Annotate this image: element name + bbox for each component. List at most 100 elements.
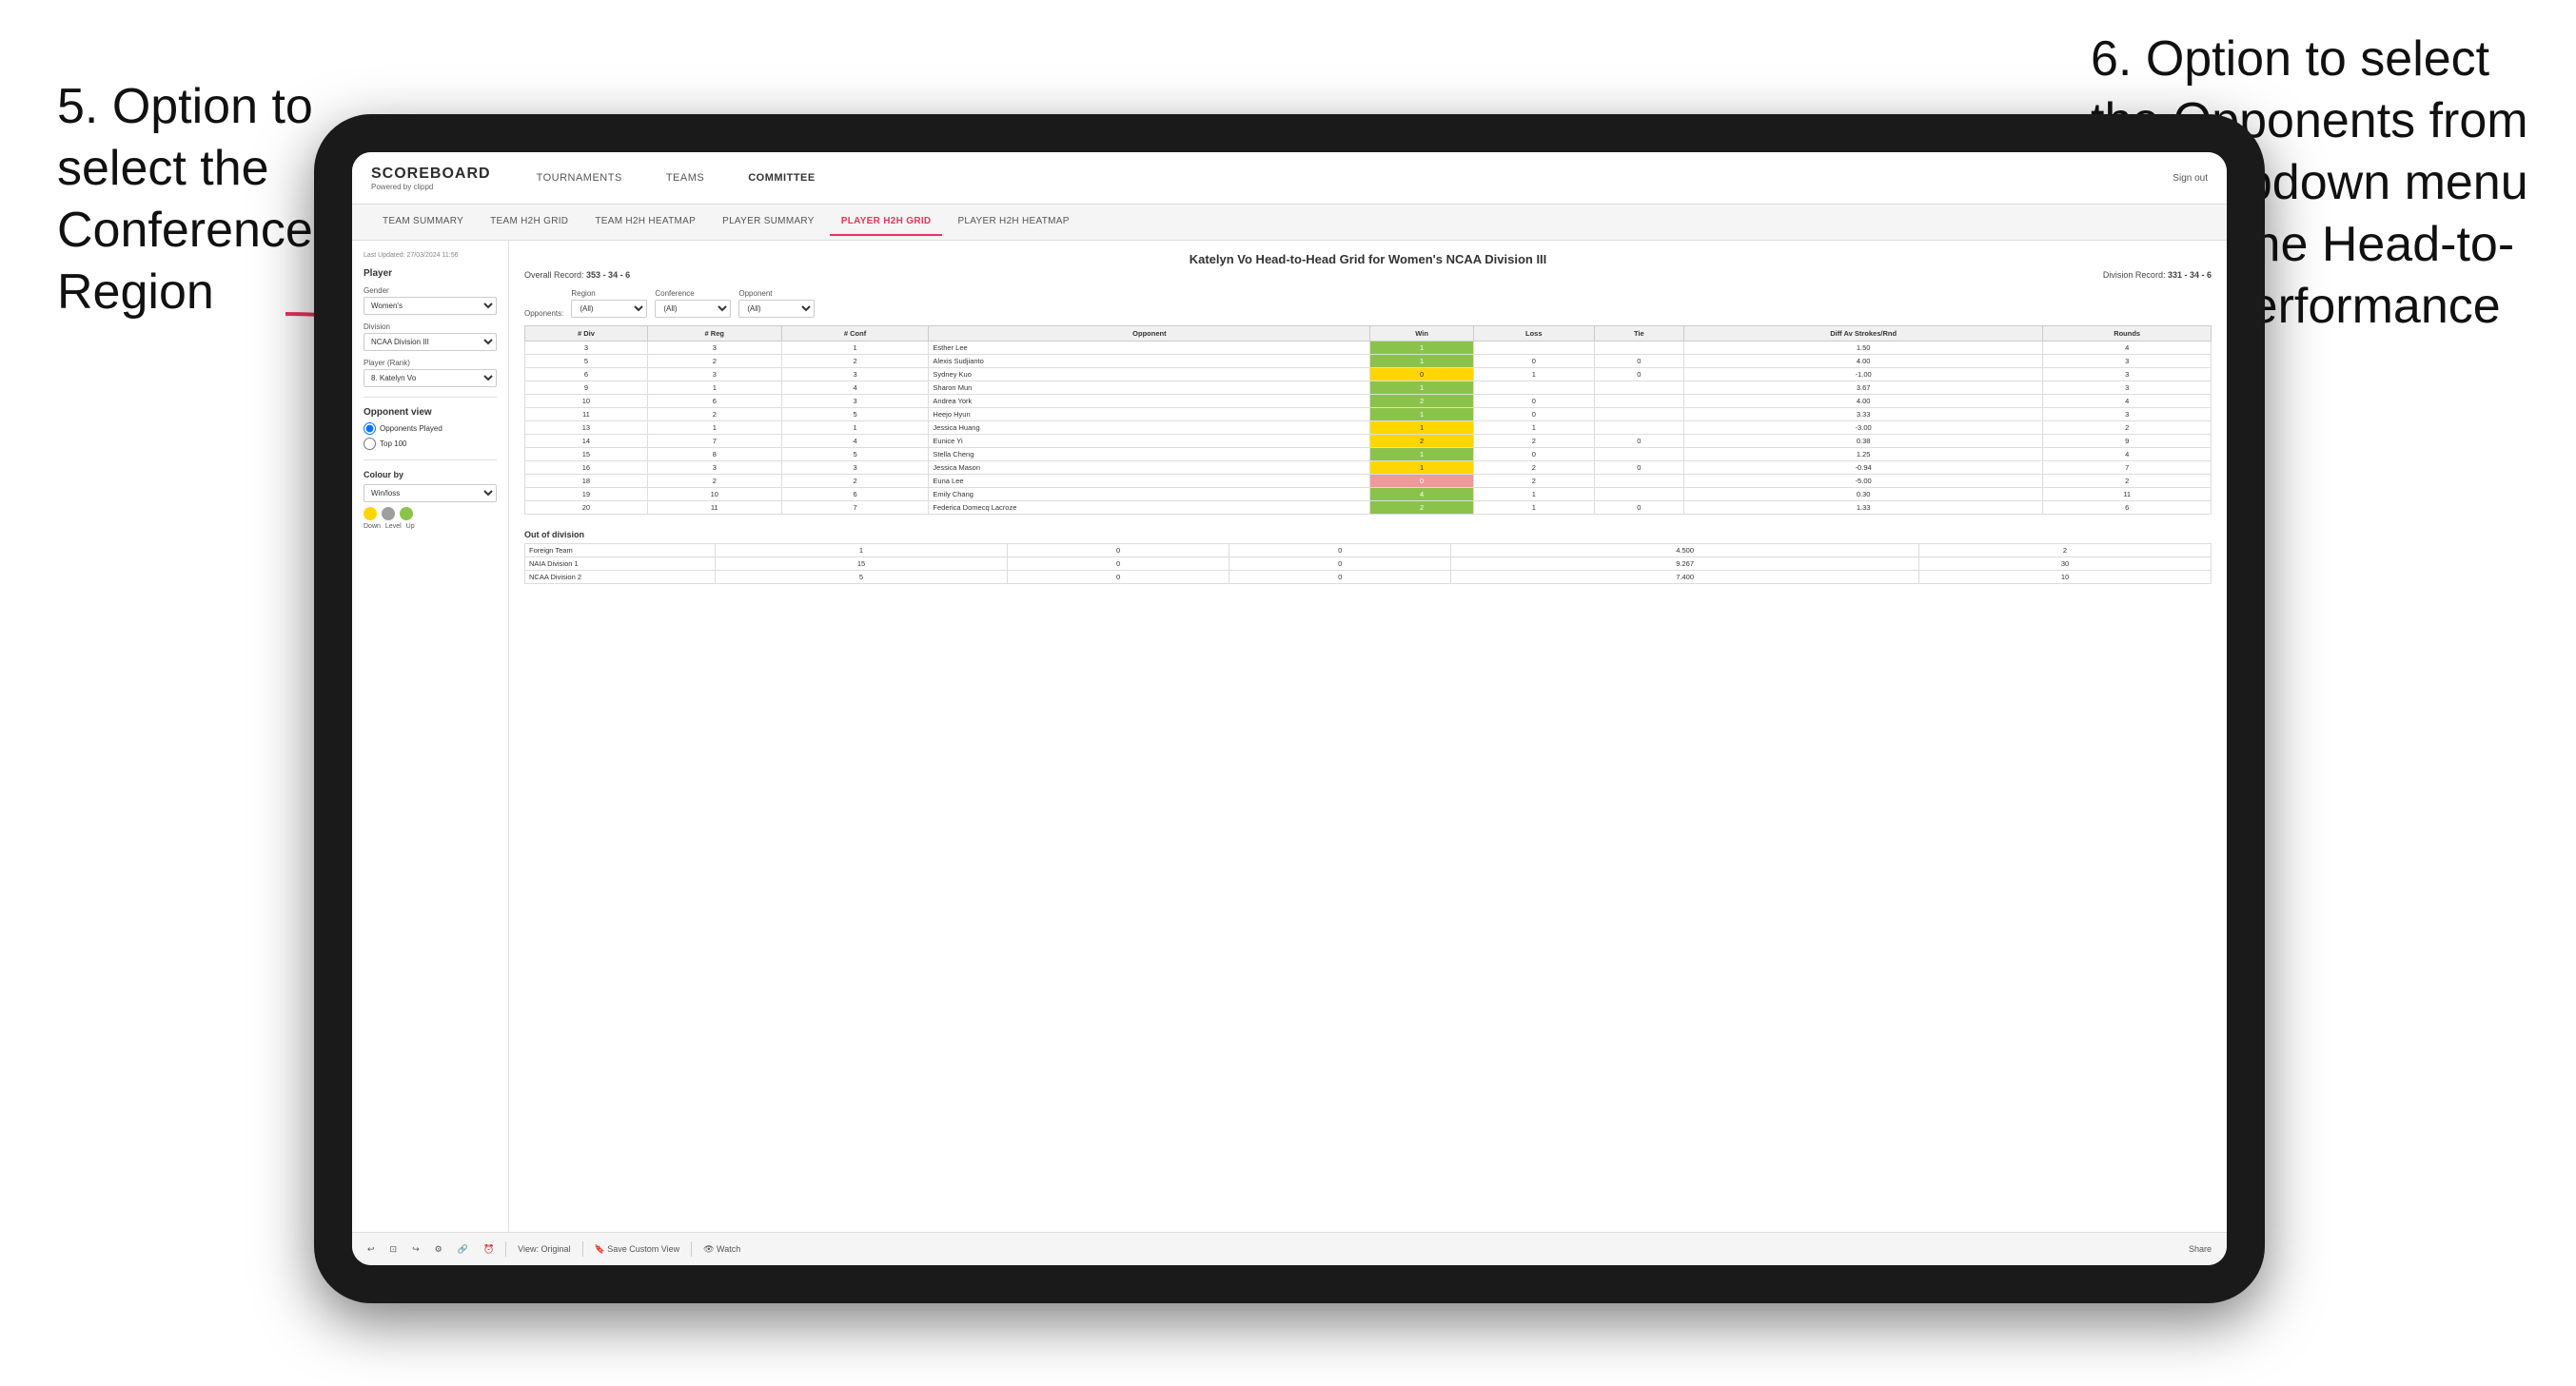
- cell-div: 14: [525, 435, 648, 448]
- cell-win: 1: [1370, 355, 1474, 368]
- col-win: Win: [1370, 326, 1474, 342]
- table-row: 9 1 4 Sharon Mun 1 3.67 3: [525, 381, 2212, 395]
- cell-diff: -3.00: [1683, 421, 2042, 435]
- cell-loss: [1473, 342, 1594, 355]
- cell-tie: [1594, 342, 1683, 355]
- colour-by-title: Colour by: [364, 470, 497, 479]
- tablet-screen: SCOREBOARD Powered by clippd TOURNAMENTS…: [352, 152, 2227, 1265]
- radio-top100[interactable]: Top 100: [364, 438, 497, 450]
- overall-record: Overall Record: 353 - 34 - 6: [524, 270, 630, 280]
- player-rank-select[interactable]: 8. Katelyn Vo: [364, 369, 497, 387]
- player-section-title: Player: [364, 268, 497, 279]
- radio-opponents-played[interactable]: Opponents Played: [364, 422, 497, 435]
- cell-opponent: Emily Chang: [929, 488, 1370, 501]
- cell-conf: 6: [781, 488, 929, 501]
- ood-cell-name: Foreign Team: [525, 544, 716, 557]
- cell-rounds: 3: [2043, 408, 2212, 421]
- nav-teams[interactable]: TEAMS: [659, 168, 712, 187]
- cell-div: 20: [525, 501, 648, 515]
- cell-opponent: Heejo Hyun: [929, 408, 1370, 421]
- cell-opponent: Sharon Mun: [929, 381, 1370, 395]
- cell-reg: 8: [647, 448, 781, 461]
- cell-reg: 2: [647, 475, 781, 488]
- clock-btn[interactable]: ⏰: [480, 1242, 498, 1257]
- cell-rounds: 3: [2043, 368, 2212, 381]
- gender-select[interactable]: Women's: [364, 297, 497, 315]
- ood-cell-loss: 0: [1007, 544, 1229, 557]
- ood-cell-loss: 0: [1007, 557, 1229, 571]
- cell-div: 5: [525, 355, 648, 368]
- colour-by-select[interactable]: Win/loss: [364, 484, 497, 502]
- region-filter-select[interactable]: (All): [571, 300, 647, 318]
- cell-loss: 0: [1473, 408, 1594, 421]
- sub-nav: TEAM SUMMARY TEAM H2H GRID TEAM H2H HEAT…: [352, 205, 2227, 241]
- nav-committee[interactable]: COMMITTEE: [740, 168, 823, 187]
- cell-rounds: 2: [2043, 421, 2212, 435]
- cell-diff: -5.00: [1683, 475, 2042, 488]
- cell-diff: 4.00: [1683, 395, 2042, 408]
- record-row: Overall Record: 353 - 34 - 6 Division Re…: [524, 270, 2212, 280]
- region-filter-label: Region: [571, 289, 647, 298]
- cell-loss: 0: [1473, 448, 1594, 461]
- subnav-team-h2h-grid[interactable]: TEAM H2H GRID: [479, 208, 580, 236]
- cell-reg: 1: [647, 421, 781, 435]
- undo2-btn[interactable]: ↪: [408, 1242, 423, 1257]
- table-row: 5 2 2 Alexis Sudjianto 1 0 0 4.00 3: [525, 355, 2212, 368]
- opponent-filter-select[interactable]: (All): [738, 300, 815, 318]
- subnav-player-summary[interactable]: PLAYER SUMMARY: [711, 208, 826, 236]
- filter-opponents-group: Opponents:: [524, 309, 563, 318]
- toolbar-divider2: [582, 1241, 583, 1257]
- colour-dot-up: [400, 507, 413, 520]
- out-of-division-header: Out of division: [524, 530, 2212, 539]
- share-btn[interactable]: Share: [2185, 1242, 2215, 1256]
- cell-opponent: Stella Cheng: [929, 448, 1370, 461]
- table-row: 15 8 5 Stella Cheng 1 0 1.25 4: [525, 448, 2212, 461]
- save-custom-btn[interactable]: 🔖 Save Custom View: [591, 1242, 684, 1257]
- cell-rounds: 3: [2043, 355, 2212, 368]
- nav-tournaments[interactable]: TOURNAMENTS: [529, 168, 630, 187]
- cell-reg: 3: [647, 342, 781, 355]
- cell-win: 2: [1370, 501, 1474, 515]
- cell-diff: -1.00: [1683, 368, 2042, 381]
- cell-div: 19: [525, 488, 648, 501]
- cell-diff: 1.50: [1683, 342, 2042, 355]
- h2h-table: # Div # Reg # Conf Opponent Win Loss Tie…: [524, 325, 2212, 515]
- cell-win: 1: [1370, 421, 1474, 435]
- ood-cell-name: NAIA Division 1: [525, 557, 716, 571]
- watch-btn[interactable]: 👁 Watch: [699, 1242, 744, 1257]
- subnav-player-h2h-heatmap[interactable]: PLAYER H2H HEATMAP: [946, 208, 1080, 236]
- cell-tie: 0: [1594, 355, 1683, 368]
- legend-up: Up: [406, 523, 415, 530]
- subnav-player-h2h-grid[interactable]: PLAYER H2H GRID: [830, 208, 943, 236]
- cell-win: 2: [1370, 435, 1474, 448]
- cell-rounds: 4: [2043, 395, 2212, 408]
- redo-btn[interactable]: ⊡: [386, 1242, 402, 1257]
- logo: SCOREBOARD Powered by clippd: [371, 166, 491, 191]
- player-rank-label: Player (Rank): [364, 359, 497, 367]
- division-select[interactable]: NCAA Division III: [364, 333, 497, 351]
- page-title: Katelyn Vo Head-to-Head Grid for Women's…: [524, 252, 2212, 266]
- cell-loss: 0: [1473, 355, 1594, 368]
- col-reg: # Reg: [647, 326, 781, 342]
- ood-cell-win: 1: [716, 544, 1008, 557]
- cell-diff: 4.00: [1683, 355, 2042, 368]
- cell-tie: 0: [1594, 501, 1683, 515]
- view-original-btn[interactable]: View: Original: [514, 1242, 574, 1256]
- cell-diff: -0.94: [1683, 461, 2042, 475]
- settings-btn[interactable]: ⚙: [431, 1242, 446, 1257]
- sign-out-link[interactable]: Sign out: [2173, 173, 2208, 184]
- undo-btn[interactable]: ↩: [364, 1242, 379, 1257]
- conference-filter-select[interactable]: (All): [655, 300, 731, 318]
- cell-div: 18: [525, 475, 648, 488]
- filter-row: Opponents: Region (All) Conference (All): [524, 289, 2212, 318]
- subnav-team-h2h-heatmap[interactable]: TEAM H2H HEATMAP: [583, 208, 707, 236]
- cell-rounds: 2: [2043, 475, 2212, 488]
- cell-tie: [1594, 408, 1683, 421]
- ood-cell-rounds: 30: [1918, 557, 2211, 571]
- cell-opponent: Sydney Kuo: [929, 368, 1370, 381]
- link-btn[interactable]: 🔗: [454, 1242, 472, 1257]
- ood-table-row: NCAA Division 2 5 0 0 7.400 10: [525, 571, 2212, 584]
- subnav-team-summary[interactable]: TEAM SUMMARY: [371, 208, 475, 236]
- cell-tie: [1594, 475, 1683, 488]
- ood-cell-diff: 4.500: [1451, 544, 1919, 557]
